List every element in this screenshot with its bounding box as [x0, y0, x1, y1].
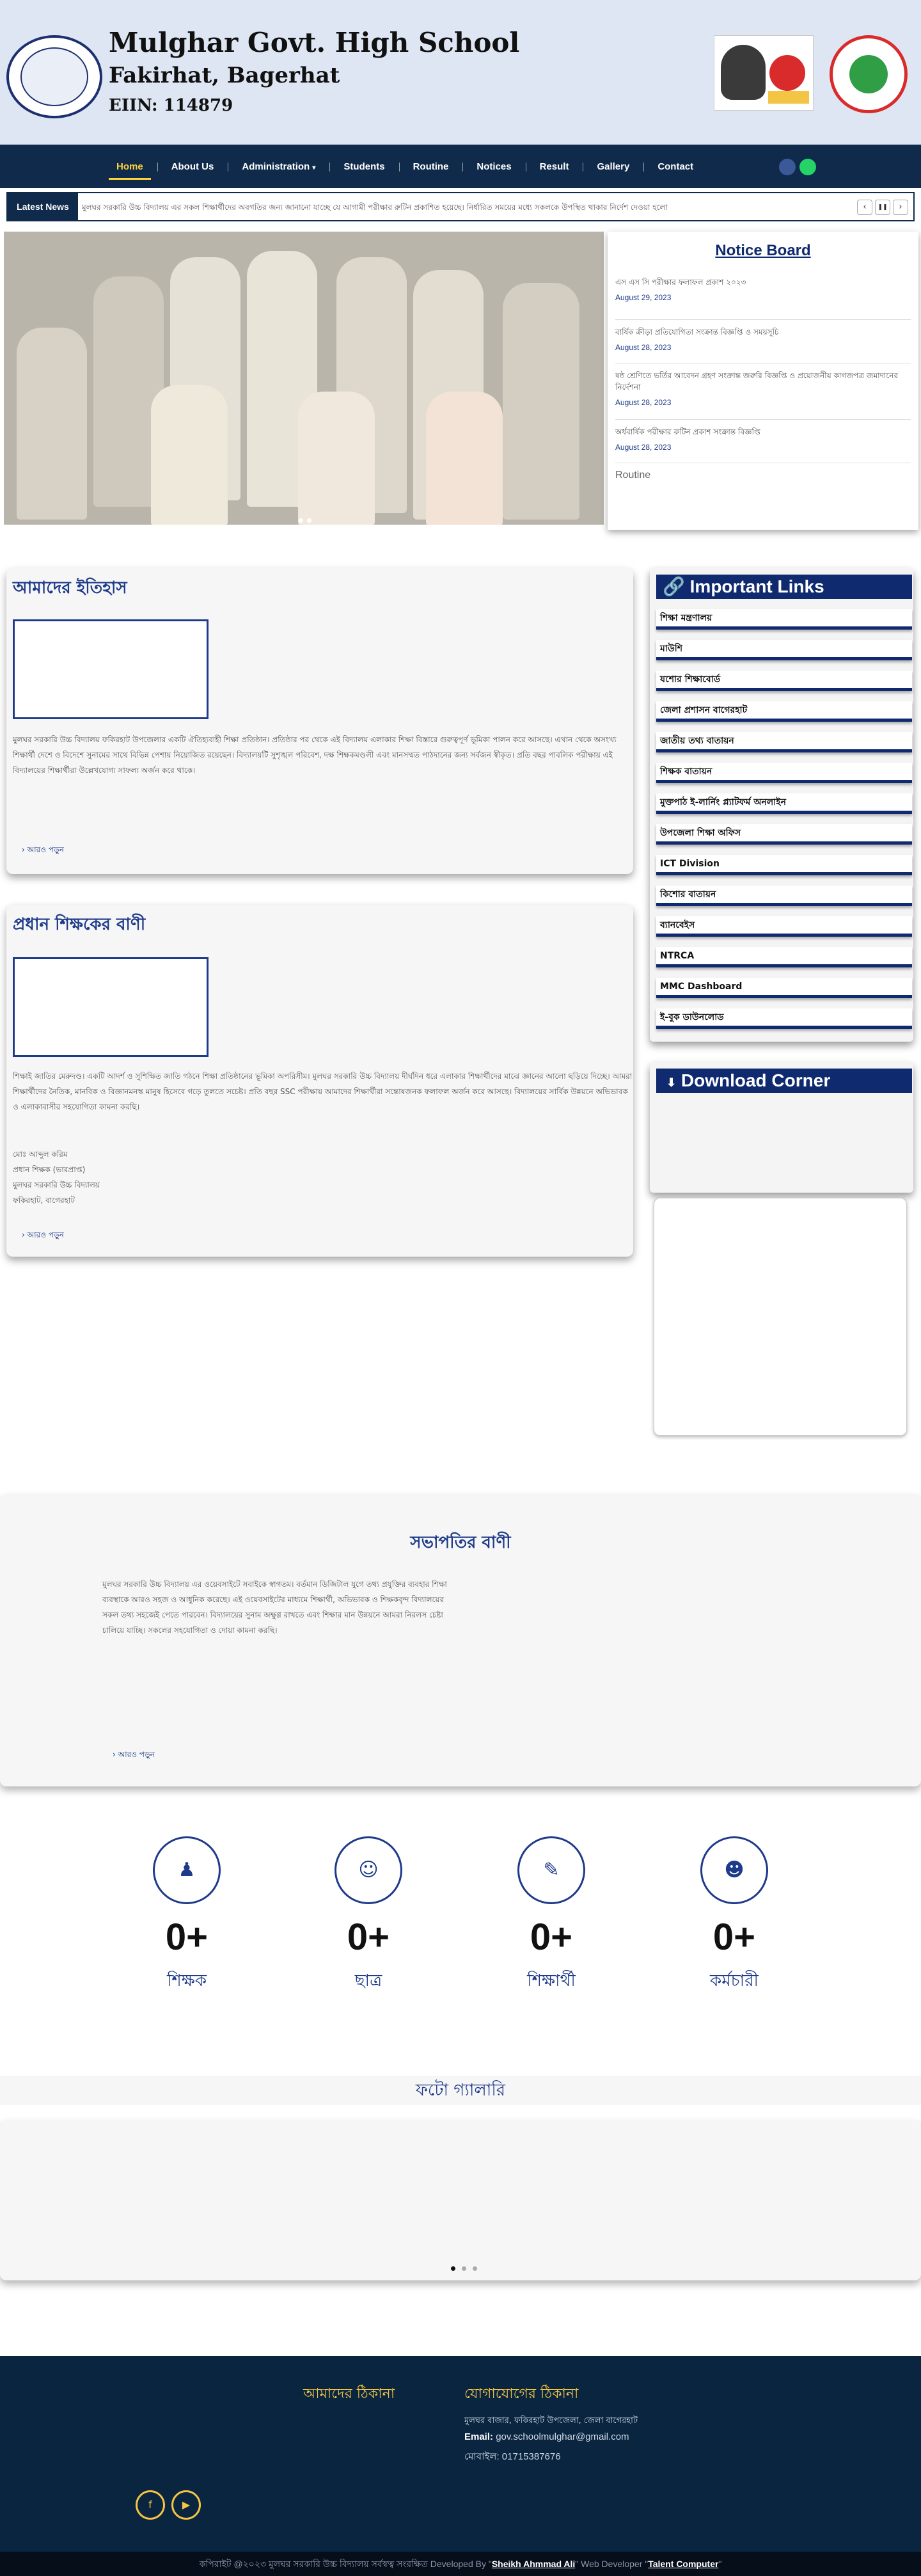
history-read-more[interactable]: › আরও পড়ুন: [22, 845, 64, 857]
company-link[interactable]: Talent Computer: [648, 2559, 718, 2569]
counter-staff: ☻ 0+ কর্মচারী: [677, 1836, 792, 1996]
facebook-icon[interactable]: [779, 159, 796, 175]
chairman-message-title: সভাপতির বাণী: [410, 1533, 511, 1552]
important-link-item[interactable]: যশোর শিক্ষাবোর্ড: [656, 671, 912, 691]
head-teacher-card: প্রধান শিক্ষকের বাণী শিক্ষাই জাতির মেরুদ…: [6, 905, 633, 1257]
head-message-text: শিক্ষাই জাতির মেরুদণ্ড। একটি আদর্শ ও সুশ…: [13, 1072, 633, 1111]
download-corner: ⬇ Download Corner: [650, 1062, 913, 1193]
photo-gallery-title: ফটো গ্যালারি: [0, 2076, 921, 2105]
notice-board: Notice Board এস এস সি পরীক্ষার ফলাফল প্র…: [608, 232, 918, 530]
site-header: Mulghar Govt. High School Fakirhat, Bage…: [0, 0, 921, 145]
copyright-bar: কপিরাইট @২০২৩ মুলঘর সরকারি উচ্চ বিদ্যালয…: [0, 2552, 921, 2576]
facebook-icon[interactable]: f: [136, 2490, 165, 2520]
important-links: 🔗 Important Links শিক্ষা মন্ত্রণালয় মাউ…: [650, 568, 913, 1042]
hero-slider[interactable]: [4, 232, 604, 525]
notice-item[interactable]: অর্ধবার্ষিক পরীক্ষার রুটিন প্রকাশ সংক্রা…: [615, 420, 911, 463]
history-image: [13, 619, 209, 719]
nav-about[interactable]: About Us: [157, 161, 228, 172]
important-link-item[interactable]: মুক্তপাঠ ই-লার্নিং প্ল্যাটফর্ম অনলাইন: [656, 793, 912, 814]
ticker-next-button[interactable]: ›: [893, 200, 908, 215]
chevron-down-icon: ▾: [312, 164, 316, 171]
school-location: Fakirhat, Bagerhat: [109, 63, 340, 88]
notice-item[interactable]: এস এস সি পরীক্ষার ফলাফল প্রকাশ ২০২৩ Augu…: [615, 276, 911, 320]
download-corner-title: ⬇ Download Corner: [656, 1069, 912, 1093]
important-link-item[interactable]: শিক্ষা মন্ত্রণালয়: [656, 609, 912, 630]
important-link-item[interactable]: উপজেলা শিক্ষা অফিস: [656, 824, 912, 845]
history-title: আমাদের ইতিহাস: [13, 578, 127, 598]
nav-gallery[interactable]: Gallery: [583, 161, 643, 172]
ticker-prev-button[interactable]: ‹: [857, 200, 872, 215]
notice-board-title: Notice Board: [715, 242, 811, 259]
head-signature: মোঃ আব্দুল করিম প্রধান শিক্ষক (ভারপ্রাপ্…: [13, 1150, 100, 1205]
arrow-icon: ›: [113, 1750, 116, 1759]
gallery-dots[interactable]: [448, 2261, 480, 2273]
developer-link[interactable]: Sheikh Ahmmad Ali: [492, 2559, 575, 2569]
mujib-100-logo: [714, 35, 814, 111]
important-link-item[interactable]: শিক্ষক বাতায়ন: [656, 763, 912, 783]
history-card: আমাদের ইতিহাস মুলঘর সরকারি উচ্চ বিদ্যালয…: [6, 568, 633, 874]
notice-item[interactable]: ষষ্ঠ শ্রেণিতে ভর্তির আবেদন গ্রহণ সংক্রান…: [615, 363, 911, 420]
teacher-icon: ♟: [153, 1836, 221, 1904]
important-link-item[interactable]: কিশোর বাতায়ন: [656, 886, 912, 906]
routine-link[interactable]: Routine: [615, 470, 650, 481]
arrow-icon: ›: [22, 1230, 25, 1239]
nav-contact[interactable]: Contact: [643, 161, 707, 172]
counter-learners: ✎ 0+ শিক্ষার্থী: [494, 1836, 609, 1996]
link-icon: 🔗: [663, 576, 685, 596]
chairman-message-text: মুলঘর সরকারি উচ্চ বিদ্যালয় এর ওয়েবসাইট…: [102, 1580, 447, 1635]
download-icon: ⬇: [666, 1076, 677, 1089]
ticker-message[interactable]: মুলঘর সরকারি উচ্চ বিদ্যালয় এর সকল শিক্ষ…: [82, 202, 837, 214]
slider-dots[interactable]: [297, 513, 313, 525]
ticker-pause-button[interactable]: ❚❚: [875, 200, 890, 215]
footer-email: Email: gov.schoolmulghar@gmail.com: [464, 2431, 629, 2442]
nav-notices[interactable]: Notices: [462, 161, 525, 172]
head-message-read-more[interactable]: › আরও পড়ুন: [22, 1230, 64, 1243]
important-link-item[interactable]: জেলা প্রশাসন বাগেরহাট: [656, 701, 912, 722]
whatsapp-icon[interactable]: [799, 159, 816, 175]
school-name: Mulghar Govt. High School: [109, 27, 520, 58]
head-teacher-image: [13, 957, 209, 1057]
head-message-title: প্রধান শিক্ষকের বাণী: [13, 915, 146, 934]
notice-item[interactable]: বার্ষিক ক্রীড়া প্রতিযোগিতা সংক্রান্ত বি…: [615, 320, 911, 363]
student-icon: ☺: [335, 1836, 402, 1904]
education-seal-logo: [830, 35, 908, 113]
ticker-label: Latest News: [8, 193, 78, 220]
footer-address: মুলঘর বাজার, ফকিরহাট উপজেলা, জেলা বাগেরহ…: [464, 2416, 638, 2426]
school-logo[interactable]: [6, 35, 102, 118]
staff-icon: ☻: [700, 1836, 768, 1904]
important-link-item[interactable]: মাউশি: [656, 640, 912, 660]
embedded-widget[interactable]: [654, 1198, 907, 1436]
important-link-item[interactable]: NTRCA: [656, 947, 912, 967]
news-ticker: Latest News মুলঘর সরকারি উচ্চ বিদ্যালয় …: [6, 192, 915, 221]
school-eiin: EIIN: 114879: [109, 96, 233, 115]
nav-administration[interactable]: Administration ▾: [228, 161, 329, 172]
important-link-item[interactable]: MMC Dashboard: [656, 978, 912, 998]
youtube-icon[interactable]: ▶: [171, 2490, 201, 2520]
counter-students: ☺ 0+ ছাত্র: [311, 1836, 426, 1996]
nav-home[interactable]: Home: [102, 161, 157, 180]
history-text: মুলঘর সরকারি উচ্চ বিদ্যালয় ফকিরহাট উপজে…: [13, 735, 617, 775]
counter-teachers: ♟ 0+ শিক্ষক: [129, 1836, 244, 1996]
important-link-item[interactable]: জাতীয় তথ্য বাতায়ন: [656, 732, 912, 752]
chairman-message: সভাপতির বাণী মুলঘর সরকারি উচ্চ বিদ্যালয়…: [0, 1495, 921, 1786]
important-link-item[interactable]: ই-বুক ডাউনলোড: [656, 1008, 912, 1029]
nav-result[interactable]: Result: [525, 161, 583, 172]
footer-address-heading: আমাদের ঠিকানা: [303, 2386, 395, 2402]
important-link-item[interactable]: ব্যানবেইস: [656, 916, 912, 937]
important-link-item[interactable]: ICT Division: [656, 855, 912, 875]
chairman-read-more[interactable]: › আরও পড়ুন: [113, 1749, 155, 1762]
footer-phone: মোবাইল: 01715387676: [464, 2451, 561, 2462]
graduate-icon: ✎: [517, 1836, 585, 1904]
site-footer: আমাদের ঠিকানা যোগাযোগের ঠিকানা মুলঘর বাজ…: [0, 2356, 921, 2552]
footer-contact-heading: যোগাযোগের ঠিকানা: [464, 2386, 579, 2402]
nav-routine[interactable]: Routine: [398, 161, 463, 172]
important-links-title: 🔗 Important Links: [656, 575, 912, 599]
arrow-icon: ›: [22, 845, 25, 854]
nav-students[interactable]: Students: [329, 161, 398, 172]
photo-gallery-carousel[interactable]: [0, 2120, 921, 2280]
